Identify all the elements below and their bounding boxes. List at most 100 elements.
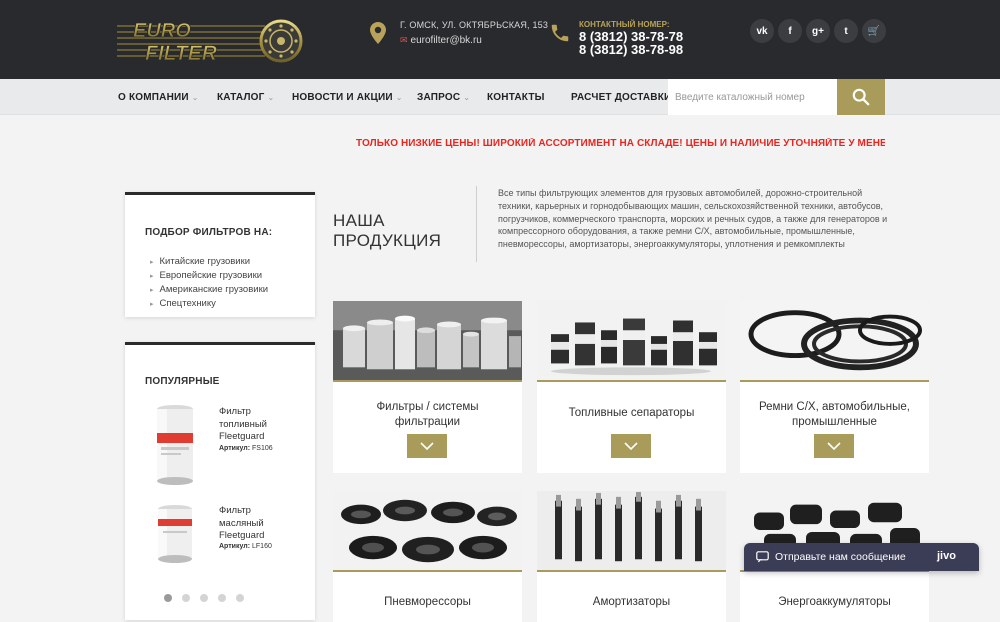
chevron-down-icon: ⌄ — [191, 93, 199, 102]
product-card-belts[interactable]: Ремни С/Х, автомобильные, промышленные — [740, 301, 929, 473]
jivo-logo: jivo — [937, 550, 956, 562]
article-value: FS106 — [252, 445, 273, 452]
popular-products-card: ПОПУЛЯРНЫЕ Фильтр топливный Fleetguard А… — [125, 342, 315, 620]
product-title-line: промышленные — [792, 416, 877, 428]
article-label: Артикул: — [219, 543, 251, 550]
google-plus-icon[interactable]: g+ — [806, 19, 830, 43]
chat-widget[interactable]: Отправьте нам сообщение jivo — [744, 543, 979, 571]
carousel-dot[interactable] — [236, 594, 244, 602]
product-title-line: Энергоаккумуляторы — [778, 596, 891, 608]
filter-selection-card: ПОДБОР ФИЛЬТРОВ НА: ▸ Китайские грузовики… — [125, 192, 315, 317]
popular-item-name[interactable]: Фильтр масляный Fleetguard — [219, 505, 264, 543]
envelope-icon: ✉ — [400, 35, 408, 45]
bullet-icon: ▸ — [150, 301, 154, 308]
product-title: Фильтры / системы фильтрации — [343, 400, 512, 430]
nav-delivery[interactable]: РАСЧЕТ ДОСТАВКИ — [571, 92, 671, 103]
phone-number-2[interactable]: 8 (3812) 38-78-98 — [579, 42, 683, 57]
popular-item-article: Артикул: FS106 — [219, 445, 273, 452]
logo-text-top: EURO — [133, 20, 191, 42]
facebook-icon[interactable]: f — [778, 19, 802, 43]
promo-marquee: ТОЛЬКО НИЗКИЕ ЦЕНЫ! ШИРОКИЙ АССОРТИМЕНТ … — [356, 138, 885, 149]
twitter-icon[interactable]: t — [834, 19, 858, 43]
product-image-shock-absorbers — [537, 491, 726, 572]
chevron-down-icon — [420, 441, 434, 450]
section-title-line: НАША — [333, 211, 385, 230]
carousel-dot[interactable] — [164, 594, 172, 602]
nav-request[interactable]: ЗАПРОС ⌄ — [417, 92, 470, 103]
carousel-dot[interactable] — [218, 594, 226, 602]
address: Г. ОМСК, УЛ. ОКТЯБРЬСКАЯ, 153 — [400, 20, 549, 30]
product-image-belts — [740, 301, 929, 382]
popular-name-line: Фильтр — [219, 505, 251, 516]
chat-bubble-icon — [756, 551, 769, 563]
nav-catalog[interactable]: КАТАЛОГ ⌄ — [217, 92, 274, 103]
nav-contacts[interactable]: КОНТАКТЫ — [487, 92, 545, 103]
nav-request-label: ЗАПРОС — [417, 92, 461, 103]
section-description: Все типы фильтрующих элементов для грузо… — [498, 188, 888, 250]
product-title-line: Амортизаторы — [592, 596, 671, 608]
product-title-line: фильтрации — [394, 416, 461, 428]
nav-news-label: НОВОСТИ И АКЦИИ — [292, 92, 393, 103]
product-card-air-springs[interactable]: Пневморессоры — [333, 491, 522, 622]
chat-message: Отправьте нам сообщение — [775, 551, 906, 563]
filter-link-american[interactable]: ▸ Американские грузовики — [150, 283, 268, 297]
bullet-icon: ▸ — [150, 273, 154, 280]
expand-button[interactable] — [611, 434, 651, 458]
popular-name-line: Фильтр — [219, 406, 251, 417]
contact-label: КОНТАКТНЫЙ НОМЕР: — [579, 20, 670, 29]
filter-link-label: Китайские грузовики — [159, 256, 251, 267]
popular-item-article: Артикул: LF160 — [219, 543, 272, 550]
filter-link-label: Американские грузовики — [159, 284, 269, 295]
filter-selection-title: ПОДБОР ФИЛЬТРОВ НА: — [145, 227, 273, 238]
article-label: Артикул: — [219, 445, 251, 452]
product-title: Топливные сепараторы — [547, 406, 716, 421]
chevron-down-icon — [827, 441, 841, 450]
expand-button[interactable] — [407, 434, 447, 458]
nav-about[interactable]: О КОМПАНИИ ⌄ — [118, 92, 199, 103]
product-image-oil-filter[interactable] — [145, 503, 205, 565]
product-card-shock-absorbers[interactable]: Амортизаторы — [537, 491, 726, 622]
product-image-air-springs — [333, 491, 522, 572]
divider — [476, 186, 477, 262]
filter-link-chinese[interactable]: ▸ Китайские грузовики — [150, 255, 268, 269]
filter-link-european[interactable]: ▸ Европейские грузовики — [150, 269, 268, 283]
logo-text-bottom: FILTER — [145, 42, 218, 64]
product-image-fuel-filter[interactable] — [145, 403, 205, 488]
product-image-filters — [333, 301, 522, 382]
product-title: Пневморессоры — [343, 595, 512, 610]
search-button[interactable] — [837, 79, 885, 115]
section-title: НАША ПРОДУКЦИЯ — [333, 211, 441, 251]
vk-icon[interactable]: vk — [750, 19, 774, 43]
product-card-filters[interactable]: Фильтры / системы фильтрации — [333, 301, 522, 473]
popular-name-line: масляный — [219, 517, 264, 529]
product-title-line: Фильтры / системы — [376, 401, 479, 413]
popular-item-name[interactable]: Фильтр топливный Fleetguard — [219, 406, 267, 444]
cart-icon[interactable]: 🛒 — [862, 19, 886, 43]
product-image-fuel-separators — [537, 301, 726, 382]
chevron-down-icon: ⌄ — [267, 93, 275, 102]
product-title-line: Ремни С/Х, автомобильные, — [758, 401, 910, 413]
top-header: EURO FILTER Г. ОМСК, УЛ. ОКТЯБРЬСКАЯ, 15… — [0, 0, 1000, 79]
carousel-dot[interactable] — [182, 594, 190, 602]
nav-news[interactable]: НОВОСТИ И АКЦИИ ⌄ — [292, 92, 403, 103]
section-title-line: ПРОДУКЦИЯ — [333, 231, 442, 250]
search-input[interactable] — [668, 79, 837, 115]
bullet-icon: ▸ — [150, 259, 154, 266]
carousel-dot[interactable] — [200, 594, 208, 602]
email-link[interactable]: ✉ eurofilter@bk.ru — [400, 35, 482, 46]
filter-link-label: Спецтехнику — [159, 298, 216, 309]
email-text: eurofilter@bk.ru — [410, 35, 482, 46]
product-title-line: Пневморессоры — [384, 596, 471, 608]
chevron-down-icon: ⌄ — [463, 93, 471, 102]
logo[interactable]: EURO FILTER — [115, 16, 303, 64]
product-title-line: Топливные сепараторы — [568, 407, 695, 419]
filter-selection-list: ▸ Китайские грузовики ▸ Европейские грузов… — [150, 255, 268, 311]
nav-contacts-label: КОНТАКТЫ — [487, 92, 545, 103]
product-card-fuel-separators[interactable]: Топливные сепараторы — [537, 301, 726, 473]
popular-name-line: Fleetguard — [219, 431, 265, 442]
expand-button[interactable] — [814, 434, 854, 458]
chevron-down-icon — [624, 441, 638, 450]
location-pin-icon — [370, 22, 386, 44]
filter-link-special[interactable]: ▸ Спецтехнику — [150, 297, 268, 311]
product-title: Амортизаторы — [547, 595, 716, 610]
